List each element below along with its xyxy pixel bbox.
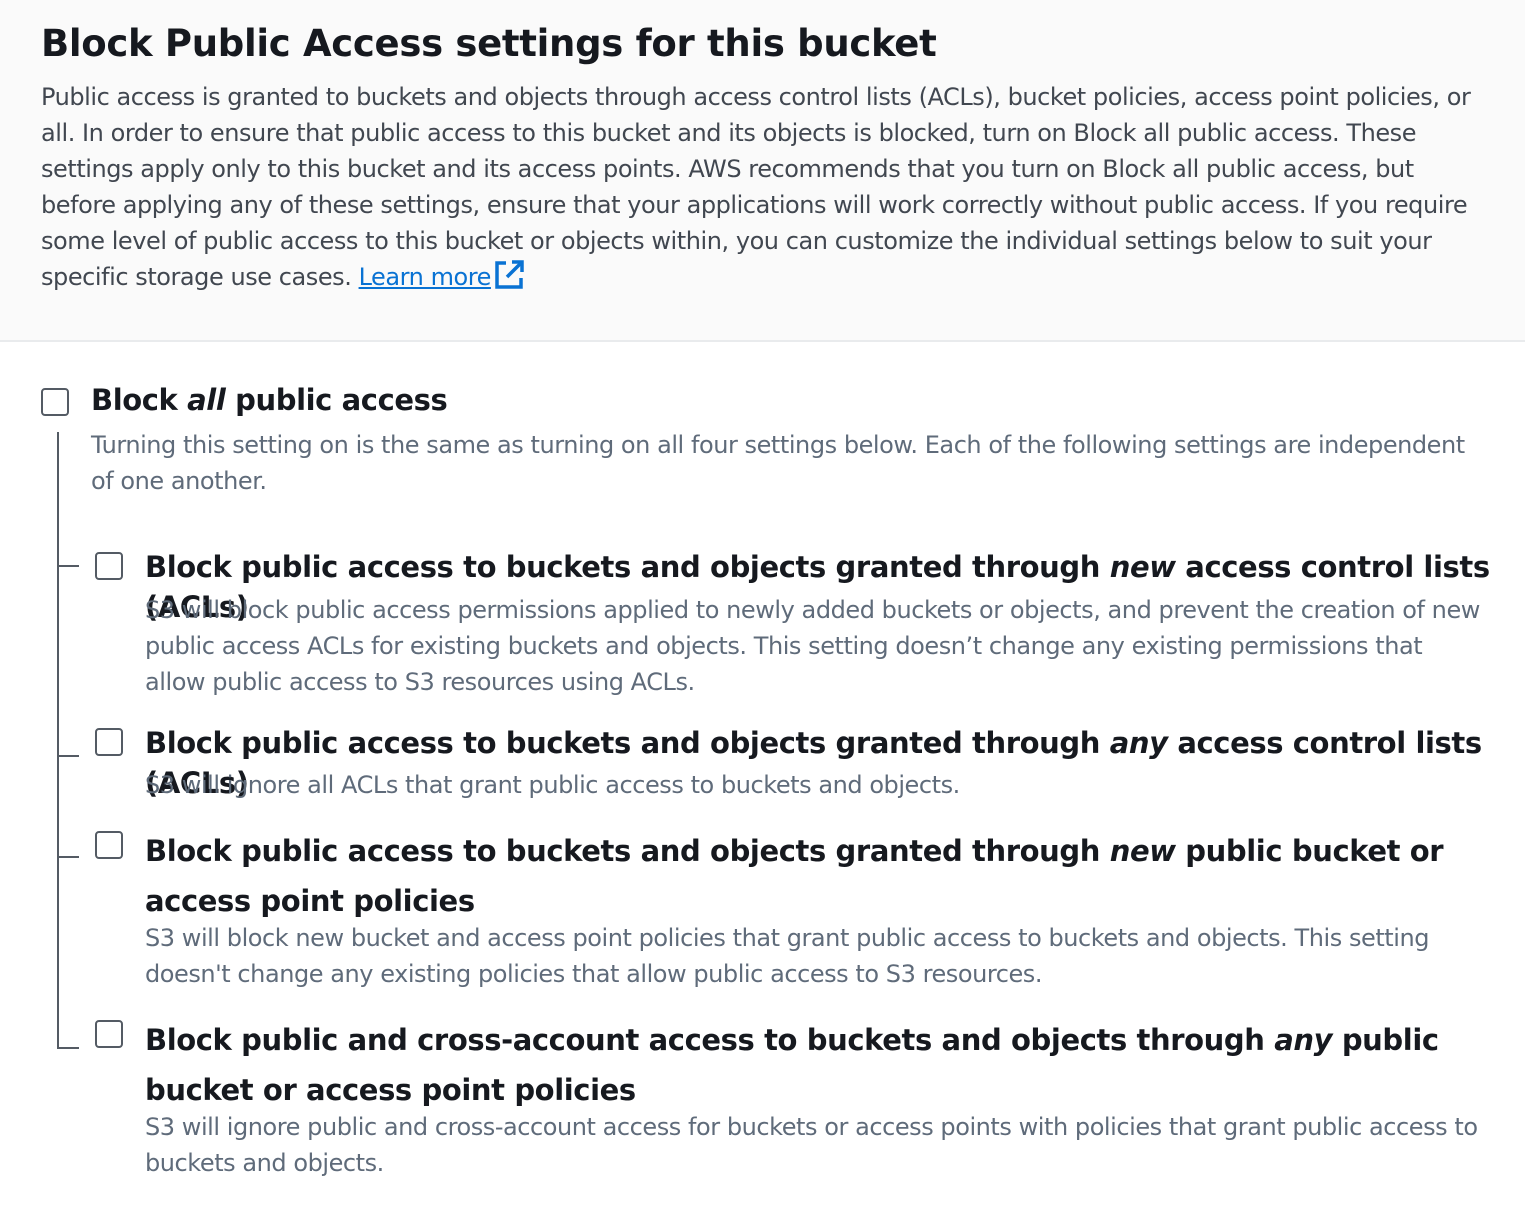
block-all-label: Block all public access <box>91 383 448 417</box>
block-any-policies-description: S3 will ignore public and cross-account … <box>145 1113 1478 1177</box>
block-any-acls-checkbox[interactable] <box>95 728 123 756</box>
option-1-label-emphasis: new <box>1109 550 1176 584</box>
info-header: Block Public Access settings for this bu… <box>0 0 1525 342</box>
block-any-policies-checkbox[interactable] <box>95 1020 123 1048</box>
option-1-label-start: Block public access to buckets and objec… <box>145 550 1110 584</box>
option-4-label-start: Block public and cross-account access to… <box>145 1023 1275 1057</box>
header-description-text: Public access is granted to buckets and … <box>41 83 1471 291</box>
option-2-label-start: Block public access to buckets and objec… <box>145 726 1110 760</box>
option-3-label-emphasis: new <box>1109 834 1176 868</box>
page-title: Block Public Access settings for this bu… <box>41 22 937 65</box>
block-new-acls-checkbox[interactable] <box>95 552 123 580</box>
option-2-label-emphasis: any <box>1109 726 1168 760</box>
block-any-policies-label: Block public and cross-account access to… <box>145 1015 1520 1115</box>
header-description: Public access is granted to buckets and … <box>41 79 1481 301</box>
external-link-icon[interactable] <box>493 259 525 301</box>
option-4-label-emphasis: any <box>1274 1023 1333 1057</box>
block-all-label-end: public access <box>225 383 448 417</box>
block-all-description: Turning this setting on is the same as t… <box>91 431 1465 495</box>
option-3-label-start: Block public access to buckets and objec… <box>145 834 1110 868</box>
block-new-acls-description: S3 will block public access permissions … <box>145 596 1480 696</box>
block-new-policies-checkbox[interactable] <box>95 831 123 859</box>
learn-more-label[interactable]: Learn more <box>359 263 492 291</box>
block-all-label-emphasis: all <box>187 383 226 417</box>
tree-branch-3 <box>57 856 79 858</box>
block-all-checkbox[interactable] <box>41 388 69 416</box>
tree-line <box>57 432 59 1049</box>
tree-branch-2 <box>57 755 79 757</box>
block-all-label-start: Block <box>91 383 188 417</box>
block-any-acls-description: S3 will ignore all ACLs that grant publi… <box>145 771 960 799</box>
tree-branch-1 <box>57 565 79 567</box>
block-new-policies-label: Block public access to buckets and objec… <box>145 826 1465 926</box>
learn-more-link[interactable]: Learn more <box>359 260 525 291</box>
block-new-policies-description: S3 will block new bucket and access poin… <box>145 924 1430 988</box>
tree-branch-4 <box>57 1047 79 1049</box>
